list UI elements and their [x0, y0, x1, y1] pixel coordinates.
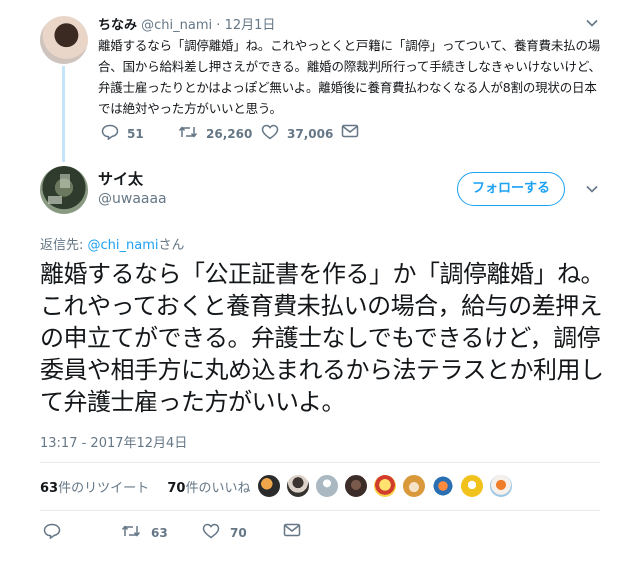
- heart-icon: [261, 124, 279, 143]
- avatar[interactable]: [460, 474, 484, 498]
- reply-icon: [101, 124, 119, 143]
- tweet-actions: 63 70: [40, 523, 360, 547]
- reply-context: 返信先: @chi_namiさん: [40, 234, 185, 253]
- avatar[interactable]: [431, 474, 455, 498]
- parent-date[interactable]: 12月1日: [225, 18, 276, 33]
- avatar[interactable]: [257, 474, 281, 498]
- retweet-icon: [178, 124, 198, 143]
- tweet-text: 離婚するなら「公正証書を作る」か「調停離婚」ね。これやっておくと養育費未払いの場…: [40, 260, 605, 416]
- reply-to-handle-link[interactable]: @chi_nami: [88, 238, 159, 253]
- retweet-icon: [121, 523, 141, 543]
- like-button[interactable]: 70: [202, 523, 247, 543]
- parent-author-handle[interactable]: @chi_nami: [141, 18, 212, 33]
- avatar[interactable]: [489, 474, 513, 498]
- retweet-count: 63: [151, 526, 168, 540]
- chevron-down-icon[interactable]: [585, 182, 599, 199]
- like-stat-label: 件のいいね: [185, 481, 251, 496]
- author-handle[interactable]: @uwaaaa: [98, 191, 167, 207]
- parent-dm-button[interactable]: [341, 124, 359, 141]
- envelope-icon: [283, 523, 301, 541]
- heart-icon: [202, 523, 220, 543]
- reply-prefix: 返信先:: [40, 238, 88, 253]
- parent-retweet-button[interactable]: 26,260: [178, 124, 252, 143]
- reply-button[interactable]: [43, 523, 61, 543]
- dm-button[interactable]: [283, 523, 301, 541]
- chevron-down-icon[interactable]: [585, 16, 599, 30]
- parent-like-button[interactable]: 37,006: [261, 124, 333, 143]
- parent-tweet-actions: 51 26,260 37,006: [98, 124, 398, 146]
- retweet-button[interactable]: 63: [121, 523, 168, 543]
- reply-icon: [43, 523, 61, 543]
- reply-suffix: さん: [158, 238, 185, 253]
- like-count: 70: [230, 526, 247, 540]
- retweet-stat-count: 63: [40, 481, 59, 496]
- parent-author-avatar[interactable]: [40, 16, 88, 64]
- parent-tweet-header: ちなみ @chi_nami · 12月1日: [98, 14, 275, 33]
- parent-reply-button[interactable]: 51: [101, 124, 144, 143]
- divider: [40, 510, 600, 511]
- avatar[interactable]: [373, 474, 397, 498]
- avatar[interactable]: [286, 474, 310, 498]
- retweet-stat-link[interactable]: 63件のリツイート: [40, 481, 149, 496]
- author-name[interactable]: サイ太: [98, 168, 143, 189]
- parent-separator: ·: [216, 18, 221, 33]
- divider: [40, 462, 600, 463]
- tweet-stats: 63件のリツイート 70件のいいね: [40, 477, 251, 496]
- thread-connector: [62, 66, 65, 162]
- retweet-stat-label: 件のリツイート: [58, 481, 150, 496]
- like-stat-link[interactable]: 70件のいいね: [167, 481, 250, 496]
- parent-reply-count: 51: [127, 126, 144, 141]
- avatar[interactable]: [402, 474, 426, 498]
- parent-tweet[interactable]: ちなみ @chi_nami · 12月1日 離婚するなら「調停離婚」ね。これやっ…: [0, 0, 640, 162]
- like-stat-count: 70: [167, 481, 186, 496]
- envelope-icon: [341, 124, 359, 141]
- avatar[interactable]: [344, 474, 368, 498]
- tweet-timestamp[interactable]: 13:17 - 2017年12月4日: [40, 432, 187, 451]
- parent-retweet-count: 26,260: [206, 126, 253, 141]
- parent-tweet-text: 離婚するなら「調停離婚」ね。これやっとくと戸籍に「調停」ってついて、養育費未払の…: [98, 38, 601, 116]
- parent-author-name[interactable]: ちなみ: [98, 18, 137, 33]
- author-avatar[interactable]: [40, 166, 88, 214]
- follow-button[interactable]: フォローする: [457, 172, 565, 206]
- parent-like-count: 37,006: [287, 126, 334, 141]
- avatar[interactable]: [315, 474, 339, 498]
